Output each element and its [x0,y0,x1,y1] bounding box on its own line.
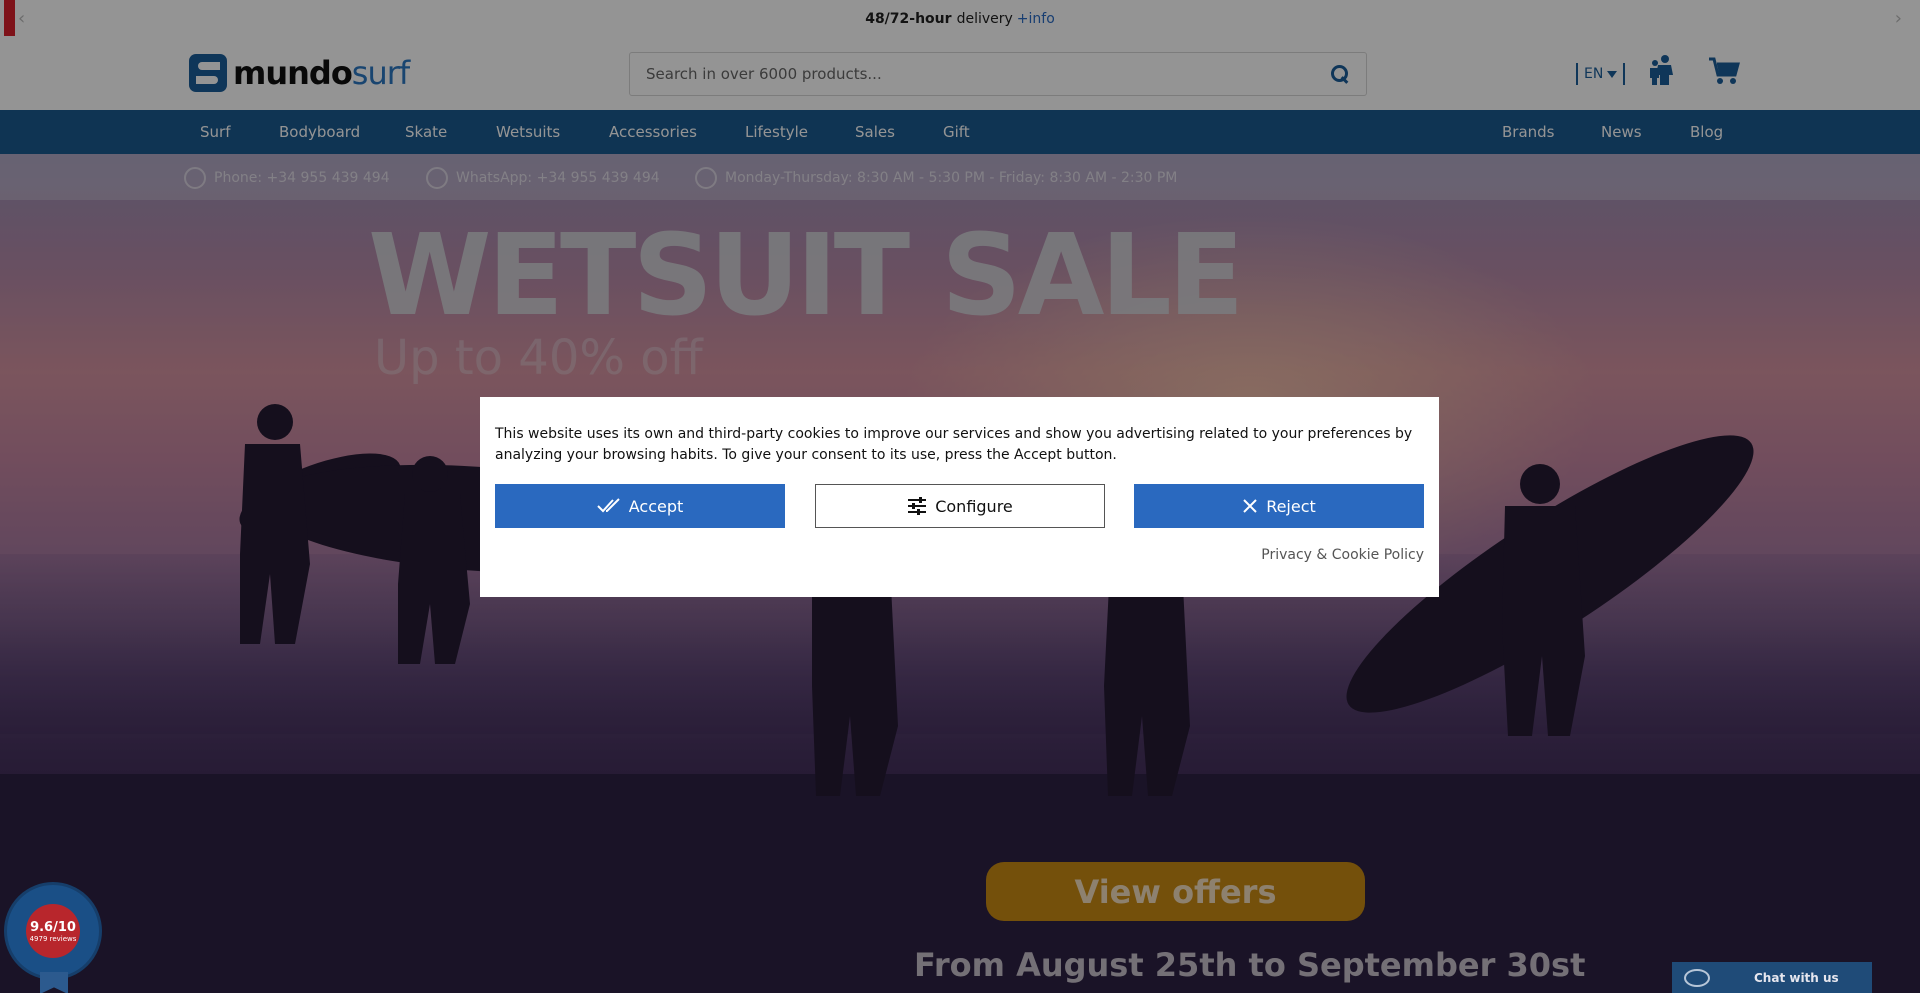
cookie-dialog: This website uses its own and third-part… [480,397,1439,597]
privacy-policy-link[interactable]: Privacy & Cookie Policy [1261,547,1424,563]
sliders-icon [907,497,927,515]
configure-button[interactable]: Configure [815,484,1105,528]
chat-widget[interactable]: Chat with us [1672,962,1872,993]
ribbon-icon [40,972,68,993]
configure-label: Configure [935,496,1013,516]
reject-button[interactable]: Reject [1134,484,1424,528]
cookie-message: This website uses its own and third-part… [495,426,1413,463]
chat-label: Chat with us [1754,970,1839,985]
double-check-icon [597,498,621,514]
badge-score: 9.6/10 [30,919,76,935]
close-icon [1242,498,1258,514]
accept-label: Accept [628,496,684,516]
reviews-badge[interactable]: 9.6/10 4979 reviews [0,880,106,993]
accept-button[interactable]: Accept [495,484,785,528]
chat-bubble-icon [1684,968,1710,987]
badge-reviews: 4979 reviews [29,934,77,943]
badge-score-circle: 9.6/10 4979 reviews [26,904,80,958]
reject-label: Reject [1266,496,1316,516]
